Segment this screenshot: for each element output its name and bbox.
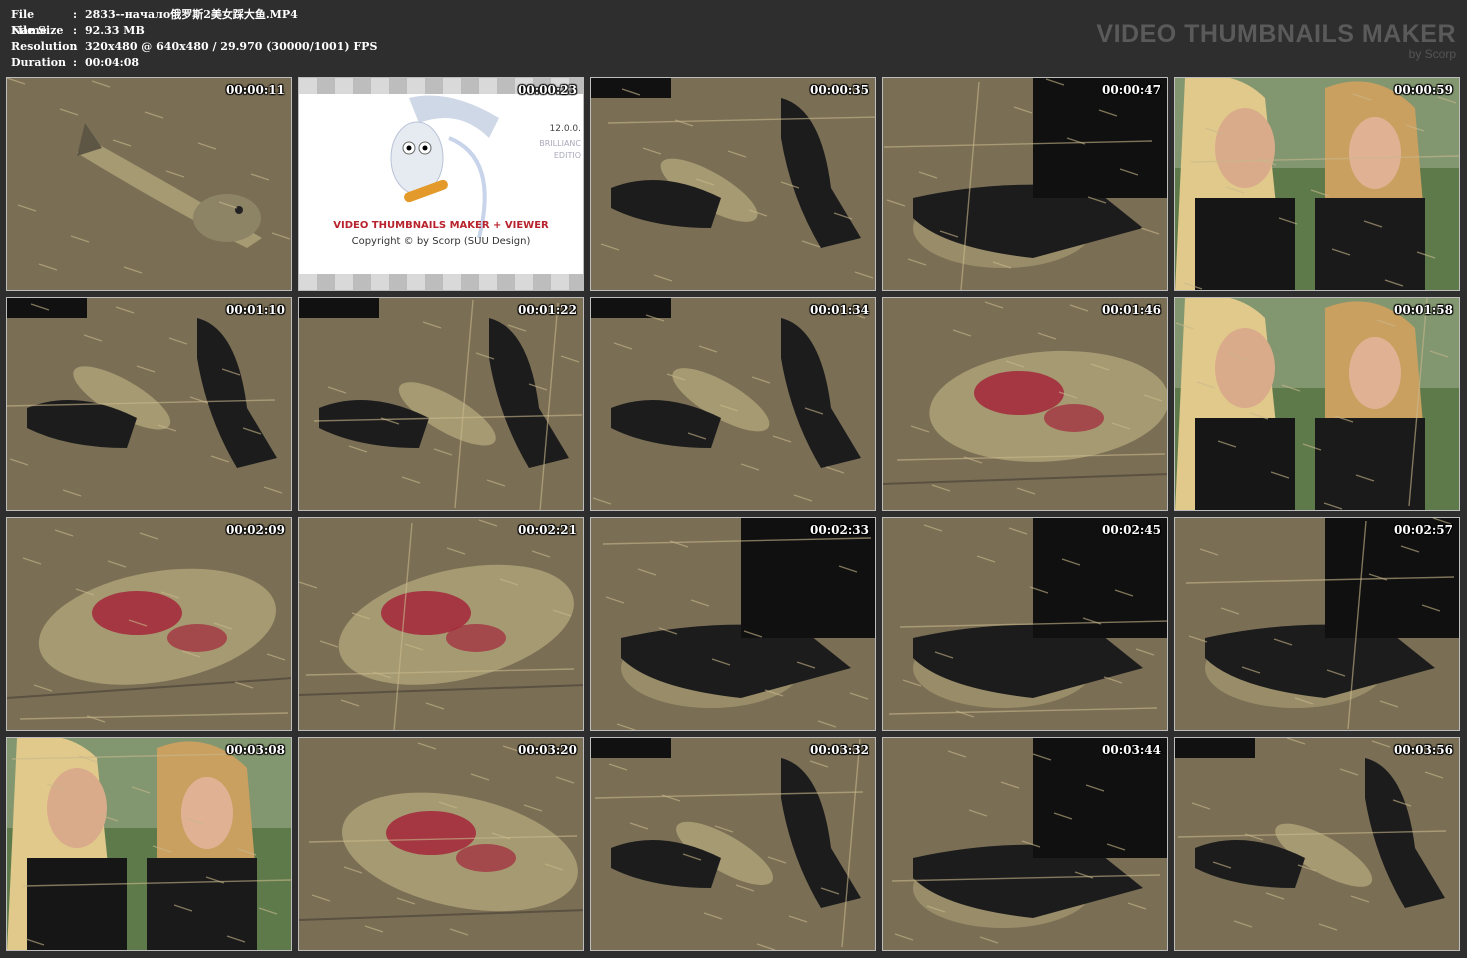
splash-edition-2: EDITIO <box>553 151 581 160</box>
thumbnail-frame[interactable]: 00:01:22 <box>298 297 584 511</box>
splash-screen: 12.0.0. BRILLIANC EDITIO VIDEO THUMBNAILS M… <box>299 78 583 290</box>
video-frame <box>1175 518 1459 730</box>
timestamp-label: 00:02:45 <box>1102 523 1161 537</box>
splash-edition-1: BRILLIANC <box>539 139 581 148</box>
thumbnail-frame[interactable]: 00:02:09 <box>6 517 292 731</box>
splash-version: 12.0.0. <box>549 124 582 134</box>
thumbnail-frame[interactable]: 00:01:34 <box>590 297 876 511</box>
file-info: File Name : 2833--начало俄罗斯2美女踩大鱼.MP4 Fi… <box>11 7 377 71</box>
duration-row: Duration : 00:04:08 <box>11 55 377 71</box>
video-frame <box>7 518 291 730</box>
thumbnail-frame[interactable]: 00:02:33 <box>590 517 876 731</box>
thumbnail-frame[interactable]: 00:03:20 <box>298 737 584 951</box>
separator: : <box>73 40 78 53</box>
owl-logo-icon <box>390 95 499 239</box>
splash-band <box>299 274 583 290</box>
timestamp-label: 00:03:20 <box>518 743 577 757</box>
timestamp-label: 00:02:57 <box>1394 523 1453 537</box>
thumbnail-frame[interactable]: 00:01:58 <box>1174 297 1460 511</box>
thumbnail-frame[interactable]: 00:01:46 <box>882 297 1168 511</box>
splash-copyright: Copyright © by Scorp (SUU Design) <box>351 236 531 247</box>
timestamp-label: 00:02:21 <box>518 523 577 537</box>
timestamp-label: 00:00:59 <box>1394 83 1453 97</box>
timestamp-label: 00:01:10 <box>226 303 285 317</box>
timestamp-label: 00:00:23 <box>518 83 577 97</box>
video-frame <box>591 78 875 290</box>
video-frame <box>7 298 291 510</box>
timestamp-label: 00:00:35 <box>810 83 869 97</box>
thumbnail-frame[interactable]: 00:02:57 <box>1174 517 1460 731</box>
timestamp-label: 00:01:58 <box>1394 303 1453 317</box>
brand-watermark: VIDEO THUMBNAILS MAKER by Scorp <box>1096 20 1456 60</box>
video-frame <box>883 518 1167 730</box>
timestamp-label: 00:01:46 <box>1102 303 1161 317</box>
separator: : <box>73 8 78 21</box>
duration-label: Duration <box>11 56 67 69</box>
timestamp-label: 00:03:32 <box>810 743 869 757</box>
video-frame <box>883 298 1167 510</box>
splash-caption: VIDEO THUMBNAILS MAKER + VIEWER <box>333 220 549 231</box>
timestamp-label: 00:02:33 <box>810 523 869 537</box>
brand-title: VIDEO THUMBNAILS MAKER <box>1096 20 1456 48</box>
splash-edition: BRILLIANC EDITIO <box>539 138 581 162</box>
resolution-label: Resolution <box>11 40 78 53</box>
file-size-label: File Size <box>11 24 64 37</box>
timestamp-label: 00:03:44 <box>1102 743 1161 757</box>
video-frame <box>7 738 291 950</box>
timestamp-label: 00:01:34 <box>810 303 869 317</box>
info-header: File Name : 2833--начало俄罗斯2美女踩大鱼.MP4 Fi… <box>0 0 1467 74</box>
video-frame <box>7 78 291 290</box>
thumbnail-frame[interactable]: 00:00:35 <box>590 77 876 291</box>
video-frame <box>1175 738 1459 950</box>
file-size-value: 92.33 MB <box>85 24 145 37</box>
video-frame <box>299 738 583 950</box>
timestamp-label: 00:03:56 <box>1394 743 1453 757</box>
thumbnail-frame[interactable]: 00:03:08 <box>6 737 292 951</box>
thumbnail-frame[interactable]: 00:03:44 <box>882 737 1168 951</box>
file-name-value: 2833--начало俄罗斯2美女踩大鱼.MP4 <box>85 8 298 21</box>
timestamp-label: 00:00:11 <box>226 83 285 97</box>
thumbnail-frame[interactable]: 00:00:47 <box>882 77 1168 291</box>
video-frame <box>1175 78 1459 290</box>
thumbnail-frame[interactable]: 00:03:32 <box>590 737 876 951</box>
file-name-label: File Name <box>11 8 47 37</box>
separator: : <box>73 56 78 69</box>
thumbnail-frame[interactable]: 00:00:59 <box>1174 77 1460 291</box>
video-frame <box>299 298 583 510</box>
video-frame <box>883 78 1167 290</box>
video-frame <box>1175 298 1459 510</box>
thumbnail-frame[interactable]: 00:02:21 <box>298 517 584 731</box>
timestamp-label: 00:01:22 <box>518 303 577 317</box>
thumbnail-frame[interactable]: 00:00:11 <box>6 77 292 291</box>
video-frame <box>591 298 875 510</box>
separator: : <box>73 24 78 37</box>
video-frame <box>591 518 875 730</box>
brand-subtitle: by Scorp <box>1408 47 1456 61</box>
thumbnail-frame[interactable]: 12.0.0. BRILLIANC EDITIO VIDEO THUMBNAILS M… <box>298 77 584 291</box>
duration-value: 00:04:08 <box>85 56 140 69</box>
video-frame <box>299 518 583 730</box>
timestamp-label: 00:02:09 <box>226 523 285 537</box>
timestamp-label: 00:00:47 <box>1102 83 1161 97</box>
thumbnail-frame[interactable]: 00:03:56 <box>1174 737 1460 951</box>
file-size-row: File Size : 92.33 MB <box>11 23 377 39</box>
resolution-value: 320x480 @ 640x480 / 29.970 (30000/1001) … <box>85 40 378 53</box>
file-name-row: File Name : 2833--начало俄罗斯2美女踩大鱼.MP4 <box>11 7 377 37</box>
thumbnail-frame[interactable]: 00:01:10 <box>6 297 292 511</box>
timestamp-label: 00:03:08 <box>226 743 285 757</box>
video-frame <box>883 738 1167 950</box>
resolution-row: Resolution : 320x480 @ 640x480 / 29.970 … <box>11 39 377 55</box>
video-frame <box>591 738 875 950</box>
thumbnail-frame[interactable]: 00:02:45 <box>882 517 1168 731</box>
